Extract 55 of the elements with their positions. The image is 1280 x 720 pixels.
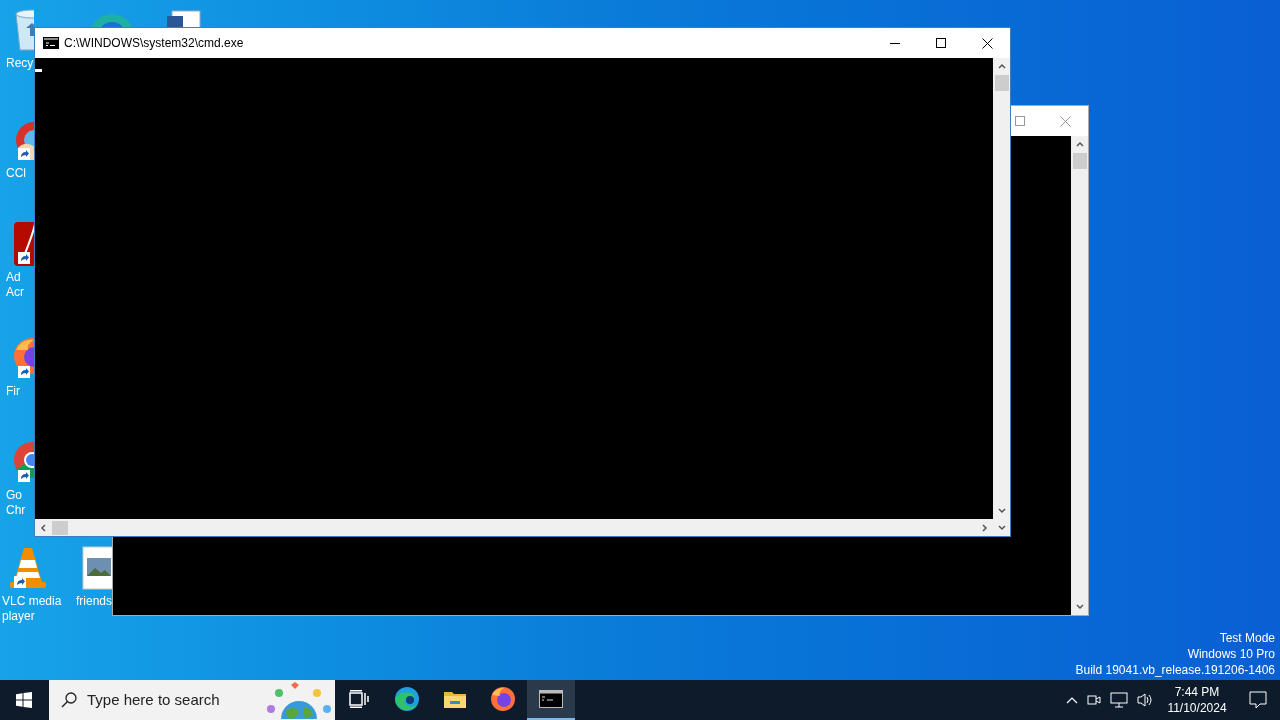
- scroll-right-icon[interactable]: [980, 523, 989, 532]
- search-input[interactable]: Type here to search: [87, 688, 247, 712]
- volume-icon[interactable]: [1136, 692, 1154, 708]
- system-notice: Build 19041.vb_release.191206-1406: [1075, 662, 1275, 678]
- minimize-icon: [890, 42, 900, 44]
- system-notice: Test Mode: [1219, 630, 1275, 646]
- shortcut-arrow-icon: [18, 366, 30, 378]
- maximize-icon: [936, 38, 946, 48]
- browser-icon: [394, 686, 420, 712]
- shortcut-label: Recy: [6, 56, 34, 71]
- system-notice: Windows 10 Pro: [1187, 646, 1275, 662]
- maximize-icon: [1015, 116, 1025, 126]
- scrollbar-thumb[interactable]: [994, 75, 1009, 91]
- terminal-icon: [43, 37, 59, 49]
- scroll-up-icon[interactable]: [997, 62, 1006, 71]
- task-view-icon: [349, 690, 369, 708]
- horizontal-scrollbar[interactable]: [35, 519, 993, 536]
- desktop-shortcut[interactable]: VLC media player: [2, 546, 72, 624]
- close-icon: [1059, 115, 1071, 127]
- shortcut-label: Fir: [6, 384, 20, 399]
- network-icon[interactable]: [1110, 692, 1128, 708]
- shortcut-arrow-icon: [18, 252, 30, 264]
- terminal-icon: [539, 690, 563, 708]
- shortcut-label: Acr: [6, 285, 24, 300]
- scrollbar-thumb[interactable]: [52, 520, 68, 535]
- fox-globe-icon: [490, 686, 516, 712]
- taskbar-app[interactable]: [527, 680, 575, 720]
- shortcut-label: Ad: [6, 270, 21, 285]
- shortcut-label: VLC media: [2, 594, 62, 609]
- shortcut-label: CCl: [6, 166, 26, 181]
- chevron-up-icon[interactable]: [1066, 696, 1078, 704]
- vertical-scrollbar[interactable]: [1071, 136, 1088, 615]
- windows-logo-icon: [16, 692, 32, 708]
- shortcut-arrow-icon: [18, 148, 30, 160]
- clock-date: 11/10/2024: [1167, 700, 1227, 716]
- close-icon: [981, 37, 993, 49]
- scroll-left-icon[interactable]: [39, 523, 48, 532]
- clock[interactable]: 7:44 PM 11/10/2024: [1158, 680, 1236, 720]
- scroll-up-icon[interactable]: [1075, 140, 1084, 149]
- clock-time: 7:44 PM: [1174, 684, 1220, 700]
- shortcut-label: Go: [6, 488, 22, 503]
- search-icon: [61, 692, 77, 708]
- scrollbar-thumb[interactable]: [1072, 153, 1087, 169]
- shortcut-arrow-icon: [14, 576, 26, 588]
- message-icon: [1249, 691, 1267, 709]
- camera-icon[interactable]: [1086, 692, 1102, 708]
- scroll-down-icon[interactable]: [1075, 602, 1084, 611]
- shortcut-arrow-icon: [18, 470, 30, 482]
- search-field[interactable]: Type here to search: [49, 680, 335, 720]
- shortcut-label: player: [2, 609, 35, 624]
- shortcut-label: Chr: [6, 503, 26, 518]
- shortcut-label: friends: [76, 594, 112, 609]
- folder-icon: [443, 689, 467, 709]
- vertical-scrollbar[interactable]: [993, 58, 1010, 519]
- window-title: C:\WINDOWS\system32\cmd.exe: [64, 35, 244, 52]
